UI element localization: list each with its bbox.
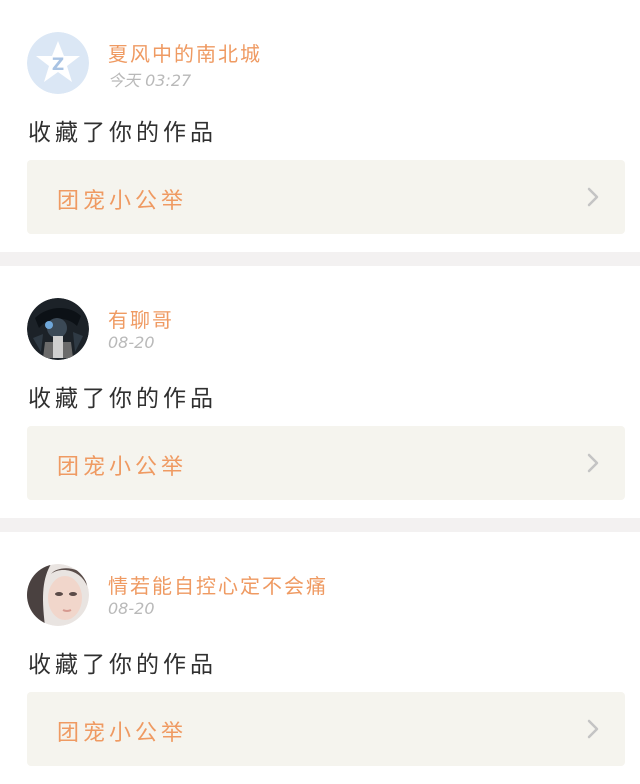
- action-text: 收藏了你的作品: [28, 652, 217, 678]
- work-link-card[interactable]: 团宠小公举: [27, 160, 625, 234]
- portrait-photo-avatar[interactable]: [27, 564, 89, 626]
- action-text: 收藏了你的作品: [28, 120, 217, 146]
- timestamp: 08-20: [108, 333, 155, 352]
- notification-item: 有聊哥 08-20 收藏了你的作品 团宠小公举: [0, 266, 640, 518]
- username-link[interactable]: 夏风中的南北城: [108, 38, 262, 67]
- work-link-card[interactable]: 团宠小公举: [27, 692, 625, 766]
- work-title: 团宠小公举: [57, 721, 188, 746]
- dark-photo-avatar[interactable]: [27, 298, 89, 360]
- svg-text:Z: Z: [52, 55, 64, 75]
- qzone-default-avatar-icon[interactable]: Z: [27, 32, 89, 94]
- work-link-card[interactable]: 团宠小公举: [27, 426, 625, 500]
- action-text: 收藏了你的作品: [28, 386, 217, 412]
- chevron-right-icon: [587, 453, 599, 473]
- work-title: 团宠小公举: [57, 189, 188, 214]
- username-link[interactable]: 有聊哥: [108, 304, 174, 333]
- timestamp: 今天 03:27: [108, 71, 192, 90]
- divider: [0, 518, 640, 532]
- timestamp: 08-20: [108, 599, 155, 618]
- chevron-right-icon: [587, 187, 599, 207]
- work-title: 团宠小公举: [57, 455, 188, 480]
- notification-item: Z 夏风中的南北城 今天 03:27 收藏了你的作品 团宠小公举: [0, 0, 640, 252]
- notification-feed: Z 夏风中的南北城 今天 03:27 收藏了你的作品 团宠小公举 有聊哥 08-…: [0, 0, 640, 784]
- notification-item: 情若能自控心定不会痛 08-20 收藏了你的作品 团宠小公举: [0, 532, 640, 784]
- username-link[interactable]: 情若能自控心定不会痛: [108, 570, 328, 599]
- divider: [0, 252, 640, 266]
- chevron-right-icon: [587, 719, 599, 739]
